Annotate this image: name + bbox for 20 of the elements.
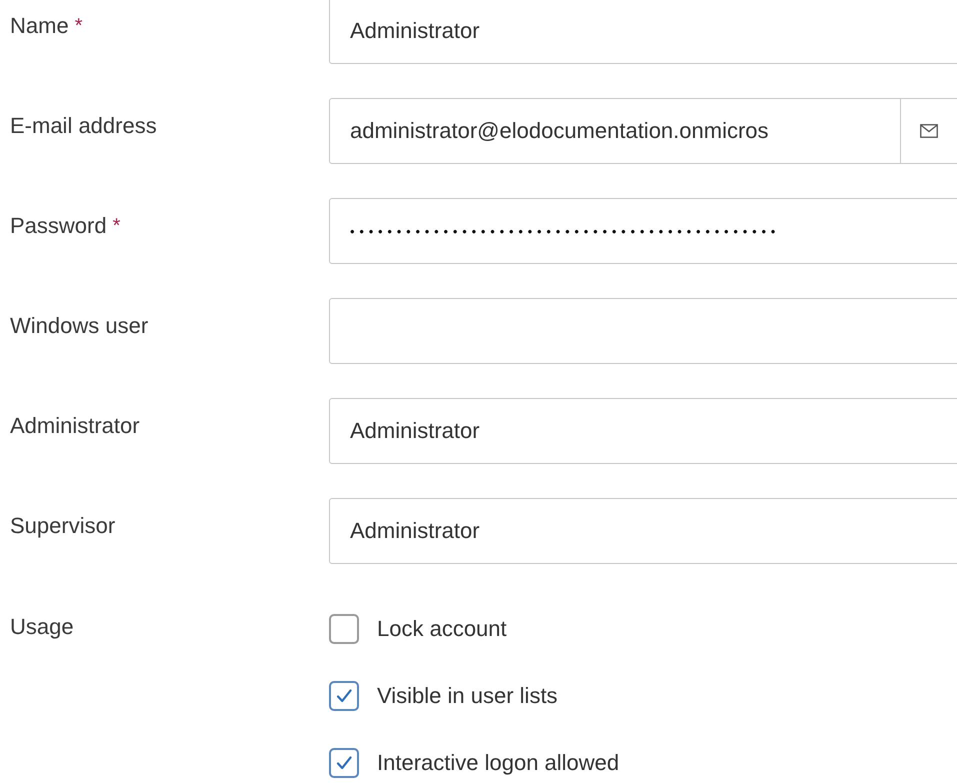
field-label: Supervisor [10, 513, 116, 539]
checkbox-label: Lock account [377, 616, 507, 642]
field-label: E-mail address [10, 113, 157, 139]
checkbox[interactable] [329, 748, 359, 778]
checkbox[interactable] [329, 614, 359, 644]
checkbox-label: Interactive logon allowed [377, 750, 620, 776]
required-mark: * [112, 214, 120, 238]
checkbox[interactable] [329, 681, 359, 711]
input-field[interactable]: •••••••••••••••••••••••••••••••••••••••••••••• [330, 199, 957, 263]
field-label: Usage [10, 614, 74, 640]
field-label: Password [10, 213, 107, 239]
required-mark: * [74, 14, 82, 38]
field-label: Name [10, 13, 69, 39]
input-field[interactable]: Administrator [330, 399, 957, 463]
input-field[interactable]: Administrator [330, 499, 957, 563]
field-label: Windows user [10, 313, 148, 339]
envelope-icon [920, 124, 938, 138]
field-label: Administrator [10, 413, 140, 439]
input-field[interactable]: Administrator [330, 0, 957, 63]
checkbox-label: Visible in user lists [377, 683, 558, 709]
